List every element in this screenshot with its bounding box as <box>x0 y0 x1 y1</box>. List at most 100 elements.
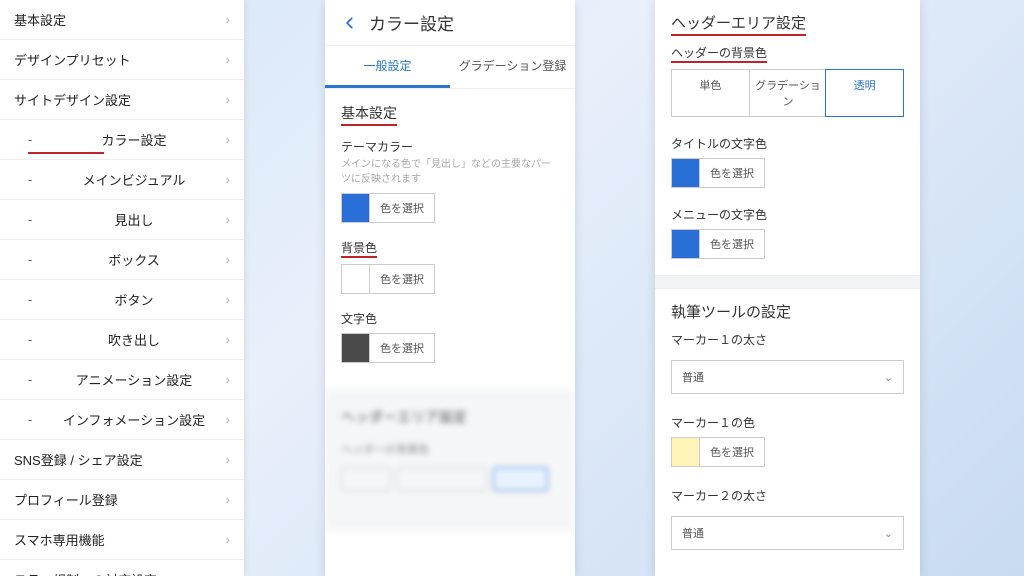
blurred-section: ヘッダーエリア設定 ヘッダーの背景色 <box>325 389 575 531</box>
chevron-right-icon: › <box>226 332 230 347</box>
select-color-button[interactable]: 色を選択 <box>700 159 764 187</box>
sidebar-item-label: 吹き出し <box>108 330 160 349</box>
sidebar-item-box[interactable]: ボックス › <box>0 240 244 280</box>
marker1-swatch <box>672 438 700 466</box>
header-area-panel: ヘッダーエリア設定 ヘッダーの背景色 単色 グラデーション 透明 タイトルの文字… <box>655 0 920 576</box>
sidebar-item-preset[interactable]: デザインプリセット› <box>0 40 244 80</box>
sidebar-item-button[interactable]: ボタン › <box>0 280 244 320</box>
sidebar-item-stealth[interactable]: ステマ規制への対応設定 › <box>0 560 244 576</box>
chevron-right-icon: › <box>226 572 230 576</box>
chevron-right-icon: › <box>226 372 230 387</box>
text-swatch <box>342 334 370 362</box>
bg-swatch <box>342 265 370 293</box>
select-color-button[interactable]: 色を選択 <box>370 194 434 222</box>
select-value: 普通 <box>682 525 704 541</box>
sidebar-item-label: アニメーション設定 <box>76 370 192 389</box>
sidebar-item-label: メインビジュアル <box>83 170 186 189</box>
back-button[interactable] <box>339 12 361 34</box>
theme-label: テーマカラー <box>341 138 559 155</box>
sidebar-item-label: サイトデザイン設定 <box>14 90 131 109</box>
chevron-right-icon: › <box>226 12 230 27</box>
sidebar-item-label: ボタン <box>114 290 153 309</box>
chevron-left-icon <box>343 16 357 30</box>
marker1-color-label: マーカー１の色 <box>655 410 920 437</box>
marker1-width-select[interactable]: 普通 ⌄ <box>671 360 904 394</box>
seg-gradient[interactable]: グラデーション <box>749 70 827 116</box>
text-color-picker[interactable]: 色を選択 <box>341 333 435 363</box>
blur-sub: ヘッダーの背景色 <box>341 441 559 457</box>
marker1-color-picker[interactable]: 色を選択 <box>671 437 765 467</box>
bg-color-field: 背景色 色を選択 <box>325 233 575 304</box>
theme-desc: メインになる色で「見出し」などの主要なパーツに反映されます <box>341 157 559 187</box>
select-color-button[interactable]: 色を選択 <box>700 438 764 466</box>
chevron-right-icon: › <box>226 292 230 307</box>
text-color-field: 文字色 色を選択 <box>325 304 575 373</box>
header-bg-label: ヘッダーの背景色 <box>671 44 767 63</box>
sidebar-item-information[interactable]: インフォメーション設定 › <box>0 400 244 440</box>
basic-heading: 基本設定 <box>341 103 397 126</box>
sidebar-item-mobile[interactable]: スマホ専用機能 › <box>0 520 244 560</box>
sidebar-item-profile[interactable]: プロフィール登録 › <box>0 480 244 520</box>
select-color-button[interactable]: 色を選択 <box>370 265 434 293</box>
sidebar-item-sns[interactable]: SNS登録 / シェア設定 › <box>0 440 244 480</box>
theme-swatch <box>342 194 370 222</box>
settings-sidebar: 基本設定 › デザインプリセット› サイトデザイン設定 › カラー設定 › メインビジ… <box>0 0 245 576</box>
sidebar-item-label: プロフィール登録 <box>14 490 118 509</box>
chevron-right-icon: › <box>226 172 230 187</box>
sidebar-item-label: インフォメーション設定 <box>63 410 205 429</box>
title-color-picker[interactable]: 色を選択 <box>671 158 765 188</box>
text-label: 文字色 <box>341 310 559 327</box>
sidebar-item-animation[interactable]: アニメーション設定 › <box>0 360 244 400</box>
theme-color-picker[interactable]: 色を選択 <box>341 193 435 223</box>
title-swatch <box>672 159 700 187</box>
sidebar-item-basic[interactable]: 基本設定 › <box>0 0 244 40</box>
chevron-right-icon: › <box>226 92 230 107</box>
chevron-right-icon: › <box>226 452 230 467</box>
tab-general[interactable]: 一般設定 <box>325 46 450 88</box>
marker2-width-select[interactable]: 普通 ⌄ <box>671 516 904 550</box>
sidebar-item-mainvisual[interactable]: メインビジュアル › <box>0 160 244 200</box>
chevron-right-icon: › <box>226 212 230 227</box>
menu-color-label: メニューの文字色 <box>655 202 920 229</box>
header-area-heading: ヘッダーエリア設定 <box>671 12 806 36</box>
writing-tool-heading: 執筆ツールの設定 <box>671 301 791 323</box>
marker1-width-label: マーカー１の太さ <box>655 327 920 354</box>
chevron-right-icon: › <box>226 412 230 427</box>
chevron-right-icon: › <box>226 252 230 267</box>
color-tabs: 一般設定 グラデーション登録 <box>325 46 575 89</box>
select-color-button[interactable]: 色を選択 <box>370 334 434 362</box>
select-value: 普通 <box>682 369 704 385</box>
chevron-right-icon: › <box>226 492 230 507</box>
sidebar-item-label: 基本設定 <box>14 10 66 29</box>
sidebar-item-balloon[interactable]: 吹き出し › <box>0 320 244 360</box>
sidebar-item-label: ボックス <box>108 250 160 269</box>
sidebar-item-heading[interactable]: 見出し › <box>0 200 244 240</box>
bg-color-picker[interactable]: 色を選択 <box>341 264 435 294</box>
sidebar-item-label: ステマ規制への対応設定 <box>14 570 157 576</box>
sidebar-item-sitedesign[interactable]: サイトデザイン設定 › <box>0 80 244 120</box>
blur-heading: ヘッダーエリア設定 <box>341 407 559 427</box>
chevron-right-icon: › <box>226 132 230 147</box>
seg-transparent[interactable]: 透明 <box>825 69 904 117</box>
menu-swatch <box>672 230 700 258</box>
chevron-down-icon: ⌄ <box>884 527 893 540</box>
sidebar-item-label: SNS登録 / シェア設定 <box>14 450 143 469</box>
title-color-label: タイトルの文字色 <box>655 131 920 158</box>
tab-gradient[interactable]: グラデーション登録 <box>450 46 575 88</box>
seg-solid[interactable]: 単色 <box>672 70 749 116</box>
theme-color-field: テーマカラー メインになる色で「見出し」などの主要なパーツに反映されます 色を選… <box>325 132 575 233</box>
sidebar-item-label: カラー設定 <box>101 130 166 149</box>
chevron-right-icon: › <box>226 52 230 67</box>
panel-title: カラー設定 <box>369 10 454 35</box>
header-bg-mode: 単色 グラデーション 透明 <box>671 69 904 117</box>
select-color-button[interactable]: 色を選択 <box>700 230 764 258</box>
chevron-right-icon: › <box>226 532 230 547</box>
sidebar-item-color[interactable]: カラー設定 › <box>0 120 244 160</box>
panel-divider <box>655 275 920 289</box>
menu-color-picker[interactable]: 色を選択 <box>671 229 765 259</box>
sidebar-item-label: 見出し <box>114 210 153 229</box>
bg-label: 背景色 <box>341 239 377 258</box>
marker2-width-label: マーカー２の太さ <box>655 483 920 510</box>
chevron-down-icon: ⌄ <box>884 371 893 384</box>
sidebar-item-label: スマホ専用機能 <box>14 530 105 549</box>
